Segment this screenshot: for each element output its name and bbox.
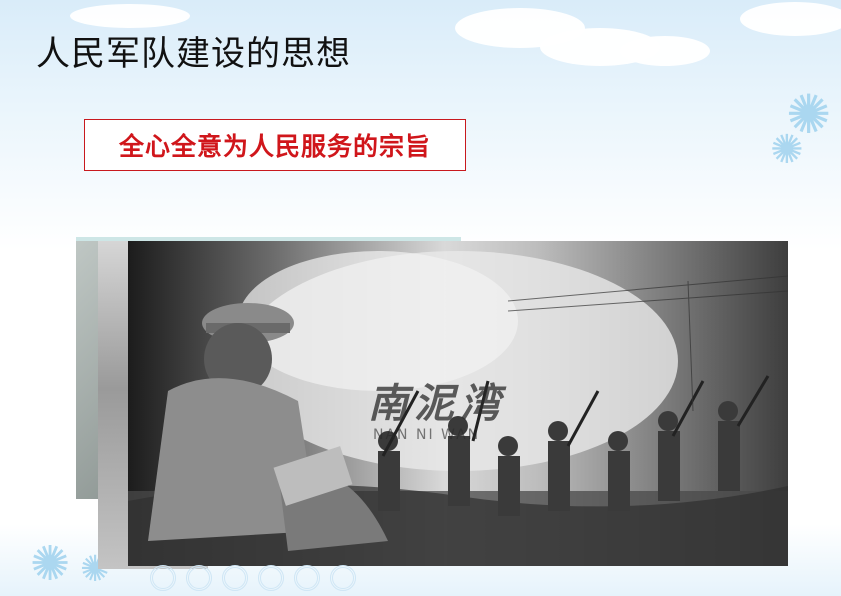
cloud-decoration bbox=[70, 4, 190, 28]
main-photo: 南泥湾 NAN NI WAN bbox=[128, 241, 788, 566]
flower-icon: ✺ bbox=[770, 127, 804, 173]
bottom-swirl-decoration bbox=[150, 565, 356, 591]
photo-caption-sub: NAN NI WAN bbox=[373, 427, 481, 443]
swirl-icon bbox=[150, 565, 176, 591]
swirl-icon bbox=[186, 565, 212, 591]
swirl-icon bbox=[294, 565, 320, 591]
cloud-decoration bbox=[620, 36, 710, 66]
swirl-icon bbox=[330, 565, 356, 591]
swirl-icon bbox=[258, 565, 284, 591]
photo-collage: 南泥湾 NAN NI WAN bbox=[76, 231, 788, 569]
cloud-decoration bbox=[740, 2, 841, 36]
subtitle-text: 全心全意为人民服务的宗旨 bbox=[118, 132, 431, 161]
swirl-icon bbox=[222, 565, 248, 591]
page-title: 人民军队建设的思想 bbox=[36, 34, 351, 74]
photo-caption: 南泥湾 bbox=[368, 380, 506, 427]
flower-icon: ✺ bbox=[30, 536, 71, 592]
subtitle-box: 全心全意为人民服务的宗旨 bbox=[84, 119, 466, 171]
